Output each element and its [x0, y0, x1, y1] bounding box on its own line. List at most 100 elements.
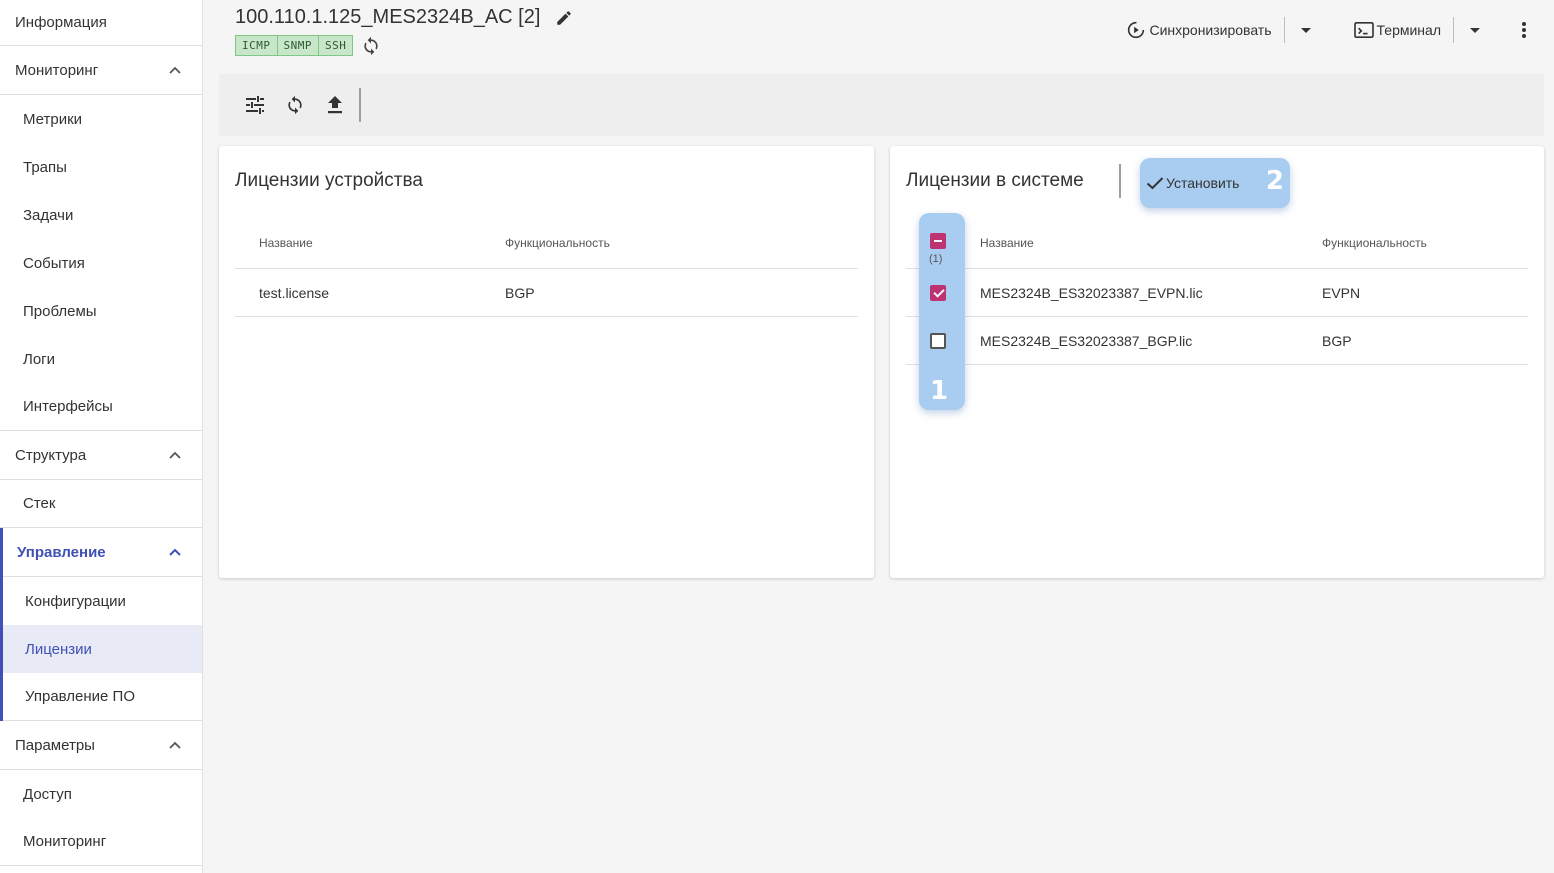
sidebar-item-access[interactable]: Доступ	[0, 770, 202, 818]
sidebar-group-header-monitoring[interactable]: Мониторинг	[0, 46, 202, 95]
sidebar-group-structure: Структура Стек	[0, 431, 202, 528]
sidebar-group-header-structure[interactable]: Структура	[0, 431, 202, 480]
sidebar-group-parameters: Параметры Доступ Мониторинг	[0, 721, 202, 866]
install-button[interactable]: Установить 2	[1140, 158, 1290, 208]
select-all-checkbox[interactable]	[930, 233, 946, 249]
sidebar-item-label: Интерфейсы	[23, 398, 113, 415]
terminal-button[interactable]: Терминал	[1345, 14, 1449, 46]
row-checkbox[interactable]	[930, 333, 946, 349]
chevron-up-icon	[168, 63, 182, 77]
column-header-feature[interactable]: Функциональность	[1322, 218, 1427, 268]
device-header: 100.110.1.125_MES2324B_AC [2] ICMP SNMP …	[219, 0, 1544, 62]
license-name: test.license	[259, 285, 330, 301]
sidebar-group-monitoring: Мониторинг Метрики Трапы Задачи События …	[0, 46, 202, 431]
terminal-button-label: Терминал	[1376, 22, 1441, 38]
system-licenses-card: Лицензии в системе Установить 2 Название…	[890, 146, 1544, 578]
more-vert-icon	[1522, 22, 1526, 38]
protocol-badges: ICMP SNMP SSH	[235, 35, 381, 56]
title-divider	[1119, 164, 1121, 198]
caret-down-icon	[1470, 27, 1480, 33]
sidebar-item-problems[interactable]: Проблемы	[0, 287, 202, 335]
sidebar-item-logs[interactable]: Логи	[0, 335, 202, 383]
column-header-name[interactable]: Название	[980, 218, 1034, 268]
check-icon	[1146, 177, 1164, 190]
ssh-badge: SSH	[319, 35, 354, 56]
divider	[1453, 17, 1454, 43]
refresh-status-icon[interactable]	[361, 36, 381, 56]
sidebar-item-label: Информация	[15, 14, 107, 31]
sidebar-item-events[interactable]: События	[0, 239, 202, 287]
sync-button-label: Синхронизировать	[1149, 22, 1272, 38]
sidebar-item-label: Трапы	[23, 158, 67, 176]
sidebar-item-info[interactable]: Информация	[0, 0, 202, 46]
device-licenses-card: Лицензии устройства Название Функциональ…	[219, 146, 874, 578]
edit-pencil-icon[interactable]	[554, 8, 574, 28]
tune-icon	[246, 96, 264, 114]
title-row: 100.110.1.125_MES2324B_AC [2]	[235, 6, 574, 29]
sidebar-item-label: Задачи	[23, 206, 74, 224]
icmp-badge: ICMP	[235, 35, 278, 56]
page-title: 100.110.1.125_MES2324B_AC [2]	[235, 6, 541, 28]
sidebar-group-header-management[interactable]: Управление	[3, 528, 202, 577]
sync-button[interactable]: Синхронизировать	[1117, 14, 1279, 46]
sidebar-item-interfaces[interactable]: Интерфейсы	[0, 383, 202, 431]
selected-count: (1)	[929, 253, 943, 265]
sidebar-item-traps[interactable]: Трапы	[0, 143, 202, 191]
sidebar-group-label: Структура	[15, 446, 87, 464]
upload-button[interactable]	[315, 85, 355, 125]
table-header: Название Функциональность	[235, 218, 858, 269]
step-2-marker: 2	[1265, 166, 1284, 196]
sync-icon	[288, 95, 302, 115]
chevron-up-icon	[168, 545, 182, 559]
sidebar-item-label: Метрики	[23, 110, 83, 128]
device-licenses-title: Лицензии устройства	[235, 170, 423, 191]
sidebar-item-software-management[interactable]: Управление ПО	[3, 673, 202, 721]
column-header-name[interactable]: Название	[259, 218, 313, 268]
column-header-feature[interactable]: Функциональность	[505, 218, 610, 268]
refresh-button[interactable]	[275, 85, 315, 125]
sidebar-item-stack[interactable]: Стек	[0, 480, 202, 528]
sidebar-item-label: Доступ	[23, 785, 72, 803]
sync-play-icon	[1128, 21, 1145, 39]
sidebar-item-label: Проблемы	[23, 302, 97, 320]
row-checkbox[interactable]	[930, 285, 946, 301]
licenses-toolbar	[219, 74, 1544, 136]
step-1-marker: 1	[930, 376, 949, 406]
table-row[interactable]: MES2324B_ES32023387_EVPN.lic EVPN	[906, 269, 1528, 317]
sidebar-group-header-parameters[interactable]: Параметры	[0, 721, 202, 770]
sidebar-group-label: Мониторинг	[15, 61, 99, 79]
sidebar-item-configurations[interactable]: Конфигурации	[3, 577, 202, 625]
sidebar-item-label: Конфигурации	[25, 592, 126, 610]
sidebar-item-label: Стек	[23, 495, 56, 512]
sidebar-item-monitoring-params[interactable]: Мониторинг	[0, 818, 202, 866]
snmp-badge: SNMP	[277, 35, 319, 56]
license-feature: BGP	[1322, 333, 1352, 349]
sync-dropdown-button[interactable]	[1289, 14, 1323, 46]
sidebar-item-label: События	[23, 254, 85, 272]
selection-column-highlight: (1) 1	[919, 213, 965, 410]
more-options-button[interactable]	[1504, 14, 1544, 46]
license-name: MES2324B_ES32023387_BGP.lic	[980, 333, 1193, 349]
license-feature: EVPN	[1322, 285, 1361, 301]
table-header: Название Функциональность	[906, 218, 1528, 269]
sidebar-item-tasks[interactable]: Задачи	[0, 191, 202, 239]
filter-settings-button[interactable]	[235, 85, 275, 125]
divider	[1283, 17, 1285, 43]
sidebar-item-metrics[interactable]: Метрики	[0, 95, 202, 143]
terminal-dropdown-button[interactable]	[1458, 14, 1492, 46]
sidebar-group-label: Управление	[17, 543, 106, 561]
sidebar-item-label: Мониторинг	[23, 833, 107, 850]
table-row[interactable]: MES2324B_ES32023387_BGP.lic BGP	[906, 317, 1528, 365]
header-actions: Синхронизировать Терминал	[1117, 14, 1544, 46]
sidebar-item-licenses[interactable]: Лицензии	[3, 625, 202, 673]
sidebar-item-label: Лицензии	[25, 640, 92, 658]
table-row[interactable]: test.license BGP	[235, 269, 858, 317]
license-name: MES2324B_ES32023387_EVPN.lic	[980, 285, 1203, 301]
license-feature: BGP	[505, 285, 535, 301]
sidebar-item-label: Управление ПО	[25, 688, 136, 705]
sidebar: Информация Мониторинг Метрики Трапы Зада…	[0, 0, 203, 873]
upload-icon	[328, 96, 342, 114]
toolbar-divider	[359, 88, 361, 122]
chevron-up-icon	[168, 738, 182, 752]
terminal-icon	[1353, 21, 1374, 39]
